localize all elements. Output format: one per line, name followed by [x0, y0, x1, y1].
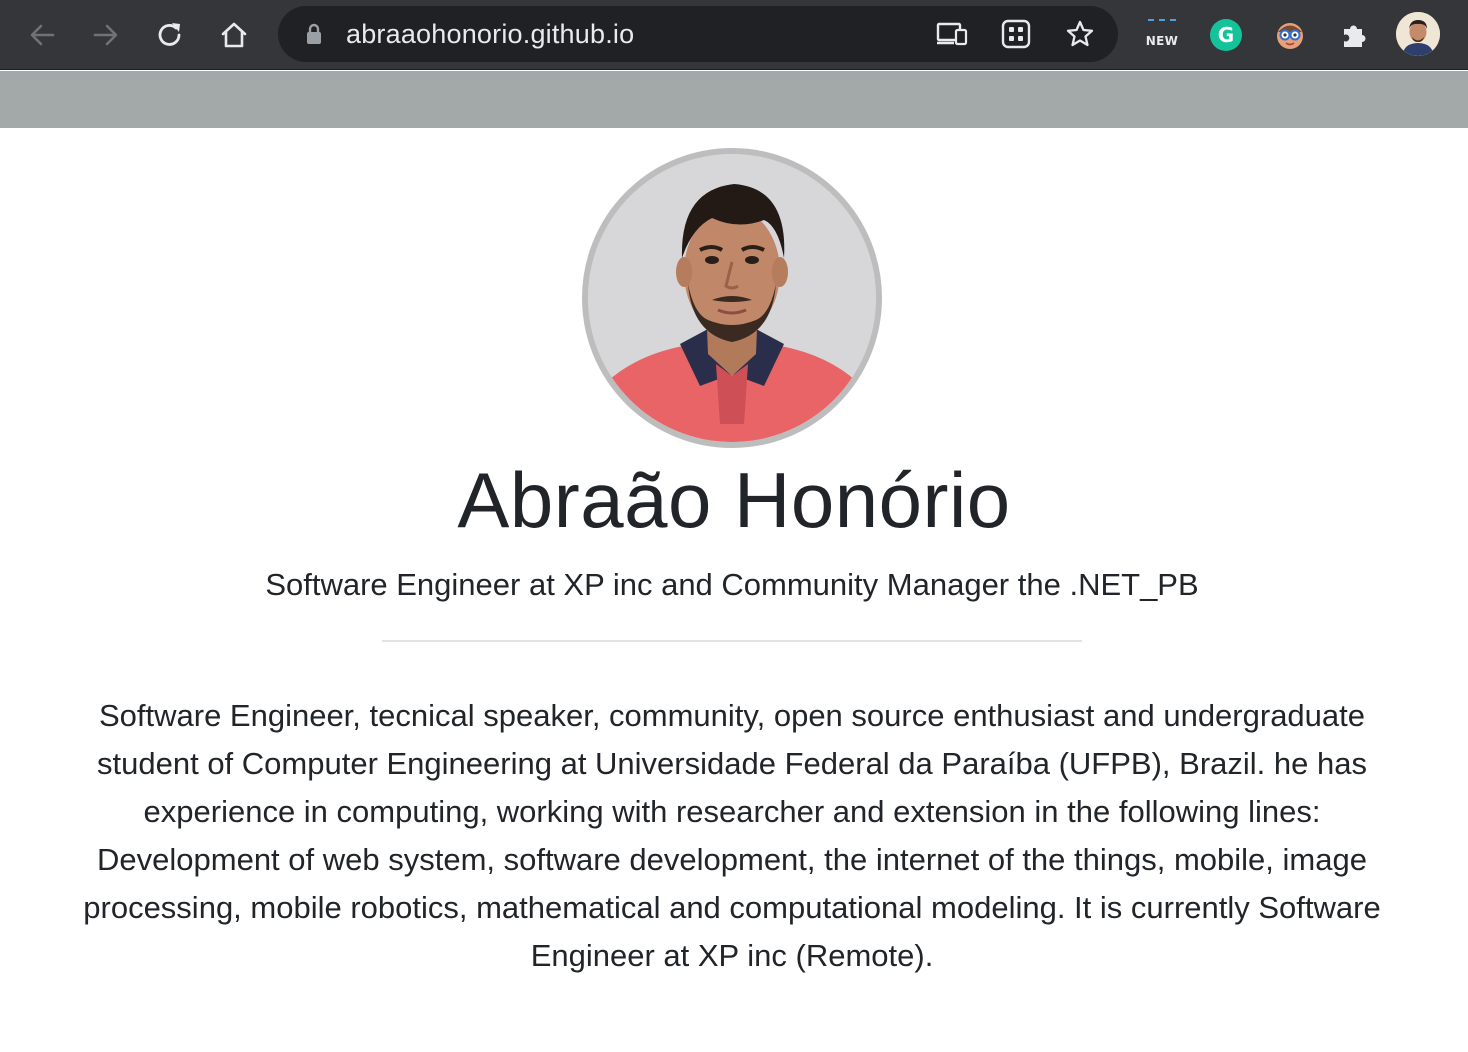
forward-button[interactable] [82, 11, 130, 59]
reload-icon [158, 23, 181, 46]
portrait-image [588, 154, 876, 442]
face-extension-button[interactable] [1266, 11, 1314, 59]
profile-photo-icon [1396, 12, 1440, 56]
devices-icon [936, 22, 968, 46]
reload-button[interactable] [146, 11, 194, 59]
apps-button[interactable] [1000, 18, 1032, 50]
profile-avatar-button[interactable] [1396, 12, 1440, 56]
frame-icon [1148, 19, 1176, 33]
new-extension-button[interactable]: NEW [1138, 11, 1186, 59]
grammarly-icon: G [1210, 19, 1242, 51]
home-button[interactable] [210, 11, 258, 59]
browser-toolbar: abraaohonorio.github.io NEW G [0, 0, 1468, 70]
grammarly-extension-button[interactable]: G [1202, 11, 1250, 59]
back-button[interactable] [18, 11, 66, 59]
grammarly-letter: G [1217, 23, 1235, 47]
profile-bio: Software Engineer, tecnical speaker, com… [83, 698, 1381, 973]
profile-tagline: Software Engineer at XP inc and Communit… [265, 567, 1199, 602]
extensions-button[interactable] [1330, 11, 1378, 59]
star-icon [1066, 20, 1094, 47]
section-divider [382, 640, 1082, 642]
bookmark-button[interactable] [1064, 18, 1096, 50]
profile-name: Abraão Honório [457, 456, 1011, 544]
url-text: abraaohonorio.github.io [346, 19, 635, 49]
grid-icon [1001, 19, 1031, 49]
cast-button[interactable] [936, 18, 968, 50]
glasses-face-icon [1277, 23, 1303, 49]
address-bar[interactable]: abraaohonorio.github.io [278, 6, 1118, 62]
header-banner [0, 71, 1468, 128]
new-badge-label: NEW [1145, 34, 1179, 48]
puzzle-icon [1344, 25, 1366, 47]
home-icon [221, 22, 247, 48]
arrow-left-icon [30, 24, 55, 46]
profile-photo [582, 148, 882, 448]
lock-icon [307, 23, 321, 44]
arrow-right-icon [93, 24, 118, 46]
